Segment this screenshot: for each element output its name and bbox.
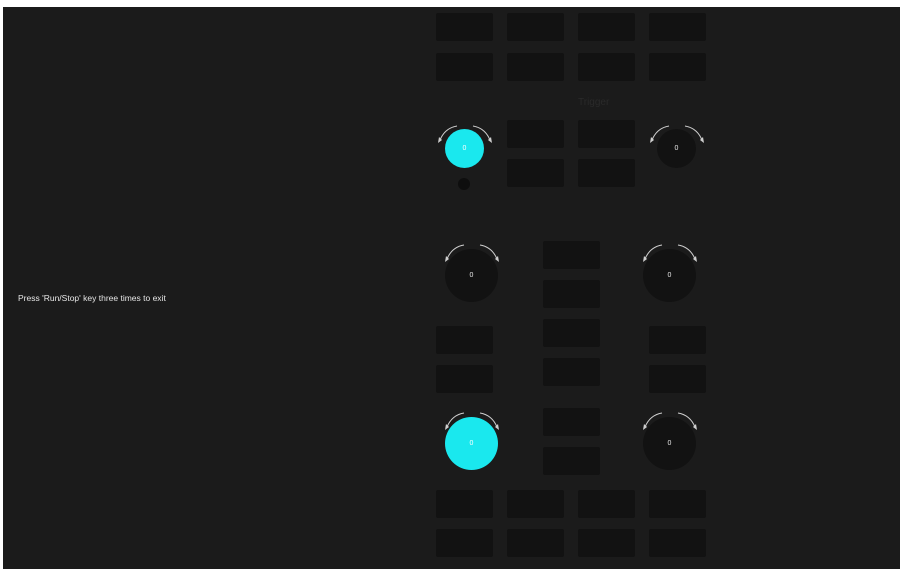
trigger-key-3[interactable] [507, 159, 564, 187]
panel-key-r9c1[interactable] [436, 490, 493, 518]
multipurpose-knob-a[interactable]: 0 [445, 129, 484, 168]
left-channel-key-2[interactable] [436, 365, 493, 393]
trigger-section-label: Trigger [578, 97, 610, 108]
panel-key-r2c4[interactable] [649, 53, 706, 81]
panel-key-r9c2[interactable] [507, 490, 564, 518]
panel-key-r9c3[interactable] [578, 490, 635, 518]
panel-key-r1c2[interactable] [507, 13, 564, 41]
panel-key-r2c2[interactable] [507, 53, 564, 81]
exit-instruction: Press 'Run/Stop' key three times to exit [18, 293, 166, 303]
panel-key-r1c1[interactable] [436, 13, 493, 41]
center-key-1[interactable] [543, 241, 600, 269]
channel-position-knob-right[interactable]: 0 [643, 249, 696, 302]
panel-key-r10c4[interactable] [649, 529, 706, 557]
panel-key-r10c2[interactable] [507, 529, 564, 557]
panel-key-r10c1[interactable] [436, 529, 493, 557]
center-key-3[interactable] [543, 319, 600, 347]
trigger-key-4[interactable] [578, 159, 635, 187]
knob-push-indicator [458, 178, 470, 190]
panel-key-r9c4[interactable] [649, 490, 706, 518]
panel-key-r1c4[interactable] [649, 13, 706, 41]
trigger-key-1[interactable] [507, 120, 564, 148]
panel-key-r2c3[interactable] [578, 53, 635, 81]
channel-scale-knob-left[interactable]: 0 [445, 417, 498, 470]
trigger-key-2[interactable] [578, 120, 635, 148]
panel-key-r2c1[interactable] [436, 53, 493, 81]
center-key-6[interactable] [543, 447, 600, 475]
right-channel-key-1[interactable] [649, 326, 706, 354]
trigger-level-knob[interactable]: 0 [657, 129, 696, 168]
channel-scale-knob-right[interactable]: 0 [643, 417, 696, 470]
panel-key-r10c3[interactable] [578, 529, 635, 557]
channel-position-knob-left[interactable]: 0 [445, 249, 498, 302]
right-channel-key-2[interactable] [649, 365, 706, 393]
left-channel-key-1[interactable] [436, 326, 493, 354]
center-key-2[interactable] [543, 280, 600, 308]
center-key-5[interactable] [543, 408, 600, 436]
panel-key-r1c3[interactable] [578, 13, 635, 41]
key-test-screen: Press 'Run/Stop' key three times to exit… [3, 7, 900, 569]
center-key-4[interactable] [543, 358, 600, 386]
